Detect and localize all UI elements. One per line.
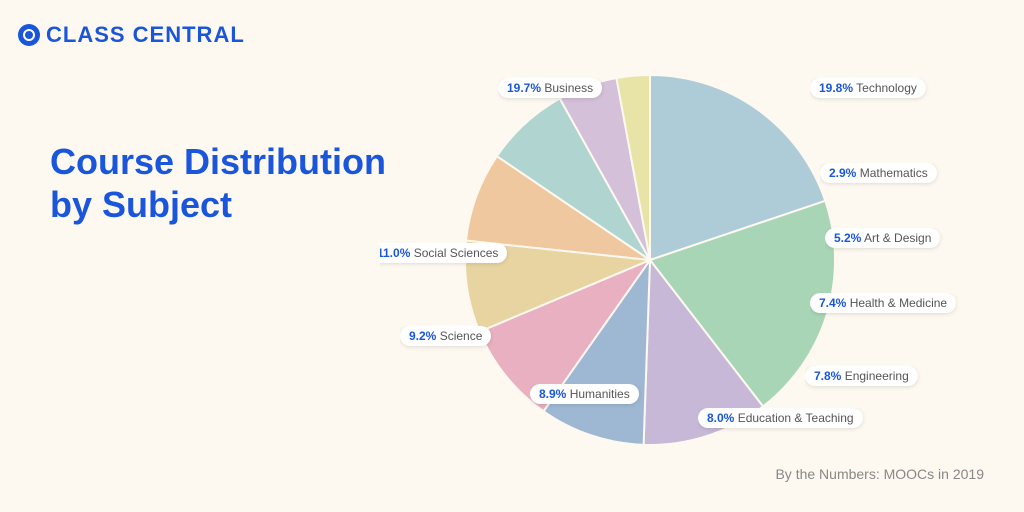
chart-container: 19.8% Technology19.7% Business11.0% Soci… [380,20,1020,500]
header: CLASS CENTRAL [18,22,245,48]
logo-text: CLASS CENTRAL [46,22,245,48]
footer-text: By the Numbers: MOOCs in 2019 [775,466,984,482]
page-title: Course Distributionby Subject [50,140,386,226]
pie-chart: 19.8% Technology19.7% Business11.0% Soci… [380,20,1020,500]
title-section: Course Distributionby Subject [50,140,386,226]
logo-icon [18,24,40,46]
